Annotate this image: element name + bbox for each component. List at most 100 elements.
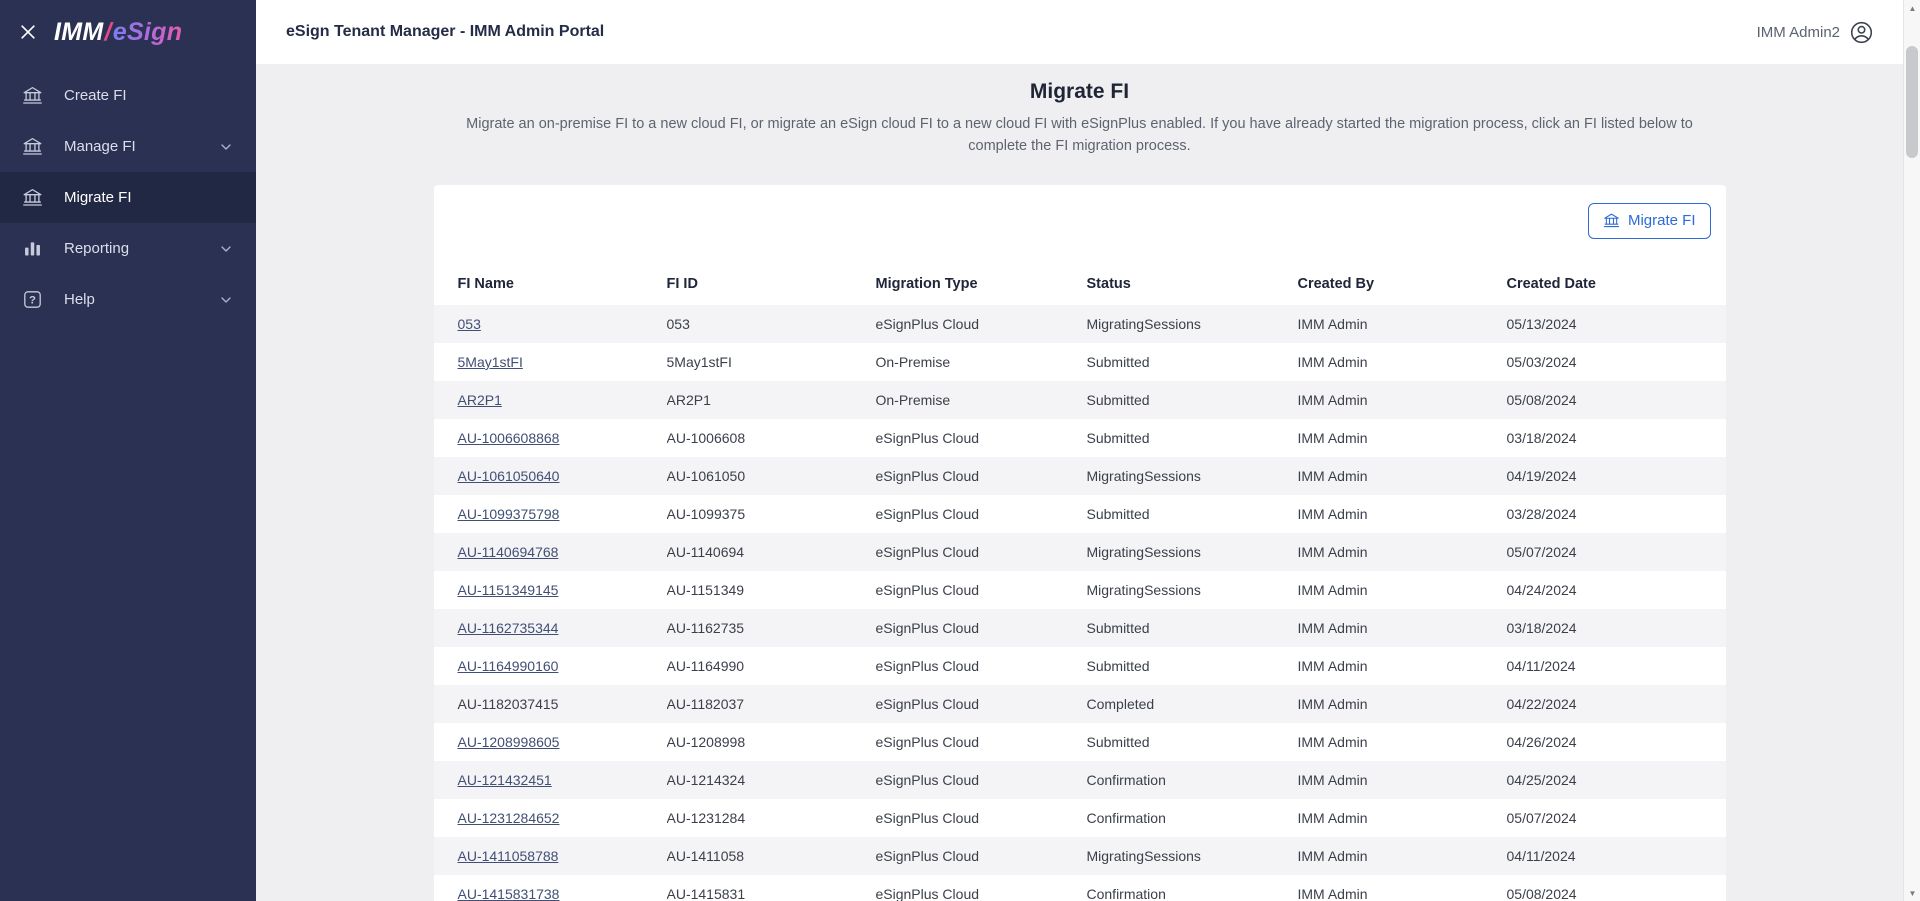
- chevron-down-icon: [218, 292, 234, 308]
- chevron-down-icon: [218, 241, 234, 257]
- table-row[interactable]: AU-1006608868 AU-1006608 eSignPlus Cloud…: [434, 419, 1726, 457]
- fi-name-link[interactable]: AU-1231284652: [458, 810, 560, 826]
- created-by-cell: IMM Admin: [1297, 885, 1368, 901]
- vertical-scrollbar[interactable]: ▲ ▼: [1903, 0, 1920, 901]
- migration-type-cell: eSignPlus Cloud: [875, 885, 980, 901]
- migration-type-cell: eSignPlus Cloud: [875, 809, 980, 826]
- user-avatar-icon: [1849, 20, 1874, 45]
- created-date-cell: 05/07/2024: [1506, 543, 1577, 560]
- status-cell: Submitted: [1086, 391, 1150, 408]
- status-cell: Submitted: [1086, 733, 1150, 750]
- migrate-fi-button[interactable]: Migrate FI: [1587, 202, 1711, 239]
- sidebar-item-migrate-fi[interactable]: Migrate FI: [0, 172, 256, 223]
- fi-name-link[interactable]: AU-1006608868: [458, 430, 560, 446]
- main-content: Migrate FI Migrate an on-premise FI to a…: [256, 64, 1920, 901]
- created-date-cell: 04/22/2024: [1506, 695, 1577, 712]
- fi-name-link[interactable]: AU-1151349145: [458, 582, 559, 598]
- scrollbar-thumb[interactable]: [1906, 46, 1918, 158]
- sidebar-item-manage-fi[interactable]: Manage FI: [0, 121, 256, 172]
- migration-type-cell: eSignPlus Cloud: [875, 733, 980, 750]
- table-row[interactable]: AU-1411058788 AU-1411058 eSignPlus Cloud…: [433, 836, 1726, 875]
- fi-name-link[interactable]: AR2P1: [458, 392, 502, 408]
- table-row[interactable]: AU-1182037415 AU-1182037 eSignPlus Cloud…: [433, 684, 1726, 723]
- fi-name-cell: AU-1162735344: [434, 609, 667, 647]
- migration-type-cell: eSignPlus Cloud: [875, 581, 980, 598]
- sidebar-header: IMM/eSign: [0, 0, 256, 64]
- fi-name-cell: AU-1061050640: [434, 457, 667, 495]
- fi-name-link[interactable]: AU-1099375798: [458, 506, 560, 522]
- bank-icon: [22, 187, 43, 208]
- created-date-cell: 03/18/2024: [1506, 619, 1577, 636]
- sidebar-item-label: Migrate FI: [64, 189, 132, 206]
- content-column: eSign Tenant Manager - IMM Admin Portal …: [256, 0, 1920, 901]
- created-date-cell: 04/11/2024: [1506, 847, 1576, 864]
- table-row[interactable]: 5May1stFI 5May1stFI On-Premise Submitted…: [434, 343, 1726, 381]
- close-icon[interactable]: [18, 22, 38, 42]
- table-row[interactable]: AU-1099375798 AU-1099375 eSignPlus Cloud…: [434, 495, 1726, 533]
- column-header-status: Status: [1086, 275, 1131, 292]
- status-cell: Submitted: [1086, 619, 1150, 636]
- migration-type-cell: On-Premise: [875, 391, 951, 408]
- fi-name-link[interactable]: AU-1208998605: [458, 734, 560, 750]
- bank-icon: [1603, 212, 1620, 229]
- table-row[interactable]: AU-1164990160 AU-1164990 eSignPlus Cloud…: [434, 647, 1726, 685]
- status-cell: MigratingSessions: [1086, 543, 1201, 560]
- bar-chart-icon: [22, 238, 43, 259]
- created-by-cell: IMM Admin: [1297, 809, 1368, 826]
- fi-id-cell: AU-1214324: [666, 771, 746, 788]
- fi-name-link[interactable]: AU-1162735344: [458, 620, 559, 636]
- fi-name-link[interactable]: AU-1061050640: [458, 468, 560, 484]
- fi-name-link[interactable]: 5May1stFI: [458, 354, 523, 370]
- status-cell: Submitted: [1086, 505, 1150, 522]
- fi-name-link[interactable]: AU-1415831738: [458, 886, 560, 901]
- created-by-cell: IMM Admin: [1297, 695, 1368, 712]
- column-header-created-by: Created By: [1297, 275, 1375, 292]
- table-row[interactable]: AU-121432451 AU-1214324 eSignPlus Cloud …: [433, 760, 1726, 799]
- fi-name-link[interactable]: AU-1411058788: [458, 848, 559, 864]
- status-cell: Submitted: [1086, 657, 1150, 674]
- table-row[interactable]: AU-1415831738 AU-1415831 eSignPlus Cloud…: [434, 875, 1726, 901]
- fi-name-link[interactable]: AU-1140694768: [458, 544, 559, 560]
- migration-type-cell: On-Premise: [875, 353, 951, 370]
- fi-name-link: AU-1182037415: [457, 695, 559, 712]
- fi-name-link[interactable]: AU-1164990160: [458, 658, 559, 674]
- created-date-cell: 05/07/2024: [1506, 809, 1577, 826]
- status-cell: Submitted: [1086, 353, 1150, 370]
- page-description: Migrate an on-premise FI to a new cloud …: [466, 116, 1693, 155]
- sidebar-item-reporting[interactable]: Reporting: [0, 223, 256, 274]
- table-row[interactable]: 053 053 eSignPlus Cloud MigratingSession…: [433, 304, 1726, 343]
- sidebar-item-help[interactable]: Help: [0, 274, 256, 325]
- table-row[interactable]: AU-1231284652 AU-1231284 eSignPlus Cloud…: [434, 799, 1726, 837]
- fi-name-cell: AU-1231284652: [434, 799, 667, 837]
- user-menu[interactable]: IMM Admin2: [1757, 20, 1874, 45]
- table-row[interactable]: AU-1061050640 AU-1061050 eSignPlus Cloud…: [433, 456, 1726, 495]
- sidebar-item-label: Create FI: [64, 87, 127, 104]
- fi-name-cell: AR2P1: [434, 381, 667, 419]
- table-row[interactable]: AU-1162735344 AU-1162735 eSignPlus Cloud…: [433, 608, 1726, 647]
- fi-id-cell: AR2P1: [666, 391, 711, 408]
- table-row[interactable]: AR2P1 AR2P1 On-Premise Submitted IMM Adm…: [433, 380, 1726, 419]
- page-title: Migrate FI: [1029, 80, 1130, 103]
- migration-type-cell: eSignPlus Cloud: [875, 543, 980, 560]
- fi-name-link[interactable]: AU-121432451: [458, 772, 552, 788]
- column-header-created-date: Created Date: [1506, 275, 1596, 292]
- chevron-down-icon: [218, 139, 234, 155]
- migration-type-cell: eSignPlus Cloud: [875, 695, 980, 712]
- fi-id-cell: AU-1162735: [666, 619, 745, 636]
- table-row[interactable]: AU-1140694768 AU-1140694 eSignPlus Cloud…: [433, 532, 1726, 571]
- sidebar-item-label: Reporting: [64, 240, 130, 257]
- migration-type-cell: eSignPlus Cloud: [875, 771, 980, 788]
- scrollbar-up-arrow[interactable]: ▲: [1904, 0, 1920, 16]
- fi-name-cell: AU-1140694768: [434, 533, 667, 571]
- app-window: IMM/eSign Create FI Manage FI Migrate FI…: [0, 0, 1920, 901]
- fi-name-link[interactable]: 053: [458, 316, 481, 332]
- created-by-cell: IMM Admin: [1297, 467, 1368, 484]
- table-row[interactable]: AU-1208998605 AU-1208998 eSignPlus Cloud…: [434, 723, 1726, 761]
- created-by-cell: IMM Admin: [1297, 733, 1368, 750]
- fi-name-cell: 5May1stFI: [434, 343, 667, 381]
- sidebar-item-create-fi[interactable]: Create FI: [0, 70, 256, 121]
- bank-icon: [22, 136, 43, 157]
- created-by-cell: IMM Admin: [1297, 619, 1368, 636]
- scrollbar-down-arrow[interactable]: ▼: [1904, 885, 1920, 901]
- table-row[interactable]: AU-1151349145 AU-1151349 eSignPlus Cloud…: [434, 571, 1726, 609]
